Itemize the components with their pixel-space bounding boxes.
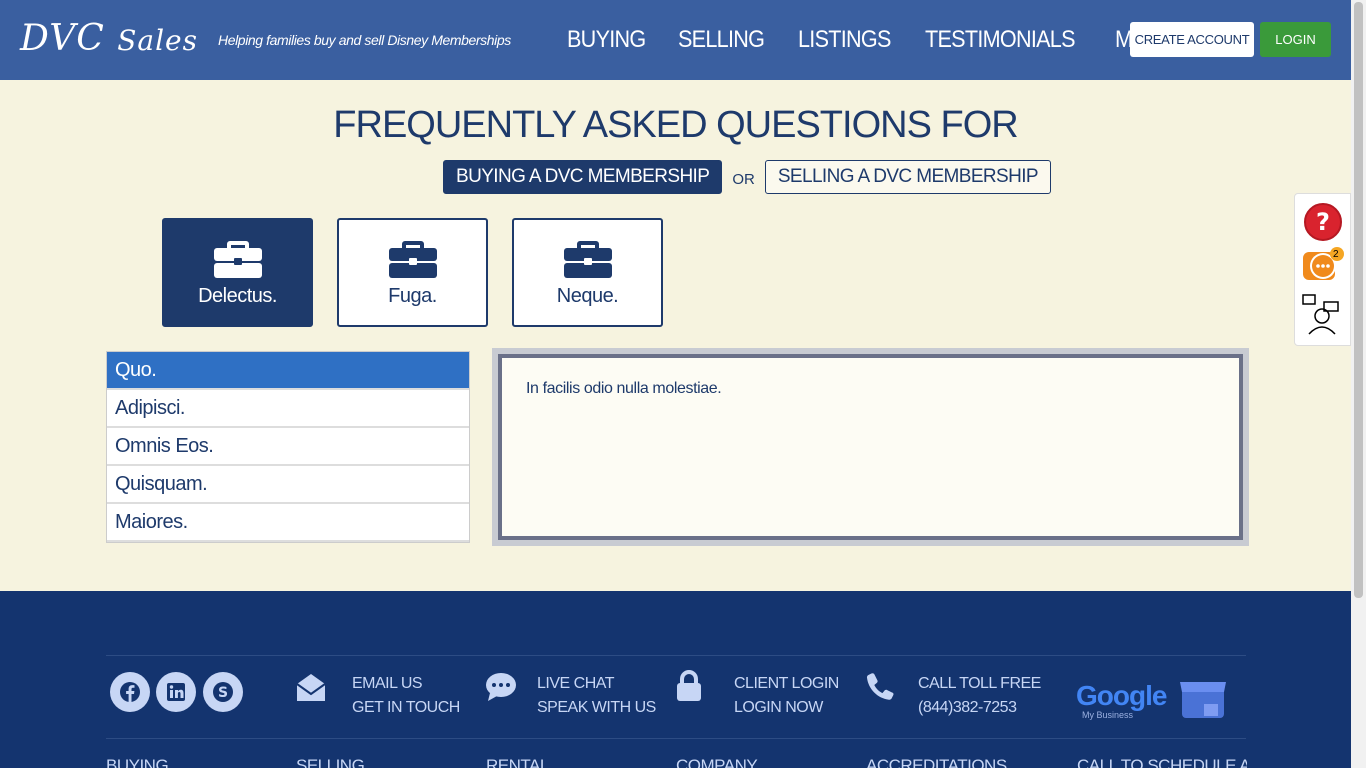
google-my-business-logo[interactable]: Google My Business [1076, 680, 1228, 729]
footer-column-accreditations: ACCREDITATIONS [866, 756, 1007, 768]
call-title: CALL TOLL FREE [918, 675, 1041, 692]
chat-title: LIVE CHAT [537, 675, 614, 692]
category-label: Fuga. [388, 285, 437, 307]
google-sub: My Business [1082, 710, 1134, 720]
footer-column-schedule: CALL TO SCHEDULE AN [1077, 756, 1247, 768]
logo-sub: Sales [117, 24, 198, 57]
call-number: (844)382-7253 [918, 699, 1017, 716]
footer-column-rental: RENTAL [486, 756, 549, 768]
svg-text:S: S [218, 685, 228, 701]
or-label: OR [732, 170, 755, 188]
question-item[interactable]: Omnis Eos. [107, 428, 469, 466]
nav-listings[interactable]: LISTINGS [798, 26, 891, 54]
phone-icon [866, 673, 894, 700]
email-contact[interactable]: EMAIL US GET IN TOUCH [352, 672, 460, 720]
email-sub: GET IN TOUCH [352, 699, 460, 716]
question-item[interactable]: Adipisci. [107, 390, 469, 428]
client-login-sub: LOGIN NOW [734, 699, 823, 716]
selling-faq-button[interactable]: SELLING A DVC MEMBERSHIP [764, 160, 1051, 194]
category-label: Neque. [556, 285, 619, 307]
briefcase-icon [563, 241, 612, 278]
google-word: Google [1076, 680, 1167, 711]
scroll-thumb[interactable] [1354, 2, 1363, 598]
briefcase-icon [213, 241, 262, 278]
facebook-icon[interactable] [110, 672, 150, 712]
nav-buying[interactable]: BUYING [567, 26, 646, 54]
logo-main: DVC [20, 18, 118, 59]
email-title: EMAIL US [352, 675, 423, 692]
category-card[interactable]: Neque. [512, 218, 663, 327]
help-question-icon[interactable]: ? [1300, 200, 1346, 242]
skype-icon[interactable]: S [203, 672, 243, 712]
chat-icon [486, 673, 516, 701]
client-login-title: CLIENT LOGIN [734, 675, 839, 692]
nav-selling[interactable]: SELLING [678, 26, 765, 54]
question-item[interactable]: Maiores. [107, 504, 469, 542]
category-card[interactable]: Fuga. [337, 218, 488, 327]
lock-icon [677, 670, 701, 701]
chat-badge: 2 [1333, 249, 1339, 260]
footer-divider [106, 655, 1246, 656]
footer-column-selling: SELLING [296, 756, 365, 768]
svg-text:?: ? [1316, 208, 1330, 236]
question-item[interactable]: Quo. [107, 352, 469, 390]
faq-categories: Delectus. Fuga. Neque. [162, 218, 663, 327]
footer-column-buying: BUYING [106, 756, 169, 768]
answer-panel: In facilis odio nulla molestiae. [492, 348, 1249, 546]
main-nav: BUYING SELLING LISTINGS TESTIMONIALS MOR… [567, 26, 1184, 54]
create-account-button[interactable]: CREATE ACCOUNT [1130, 22, 1254, 57]
question-item[interactable]: Quisquam. [107, 466, 469, 504]
site-logo[interactable]: DVC Sales [20, 18, 198, 59]
faq-type-toggle: BUYING A DVC MEMBERSHIP OR SELLING A DVC… [443, 160, 1051, 194]
nav-testimonials[interactable]: TESTIMONIALS [925, 26, 1076, 54]
briefcase-icon [388, 241, 437, 278]
page-scrollbar[interactable] [1351, 0, 1366, 768]
footer-divider [106, 738, 1246, 739]
chat-bubble-icon[interactable] [1300, 246, 1346, 288]
call-contact[interactable]: CALL TOLL FREE (844)382-7253 [918, 672, 1041, 720]
support-agent-icon[interactable] [1300, 292, 1346, 336]
site-tagline: Helping families buy and sell Disney Mem… [218, 32, 511, 48]
site-header: DVC Sales Helping families buy and sell … [0, 0, 1351, 80]
help-widget: ? 2 [1294, 193, 1351, 346]
linkedin-icon[interactable] [156, 672, 196, 712]
category-card[interactable]: Delectus. [162, 218, 313, 327]
buying-faq-button[interactable]: BUYING A DVC MEMBERSHIP [443, 160, 723, 194]
page-title: FREQUENTLY ASKED QUESTIONS FOR [333, 104, 1018, 146]
client-login-link[interactable]: CLIENT LOGIN LOGIN NOW [734, 672, 839, 720]
footer-column-company: COMPANY [676, 756, 758, 768]
category-label: Delectus. [198, 285, 277, 307]
question-list: Quo. Adipisci. Omnis Eos. Quisquam. Maio… [106, 351, 470, 543]
envelope-open-icon [296, 674, 326, 701]
chat-sub: SPEAK WITH US [537, 699, 656, 716]
login-button[interactable]: LOGIN [1260, 22, 1331, 57]
live-chat-contact[interactable]: LIVE CHAT SPEAK WITH US [537, 672, 656, 720]
answer-text: In facilis odio nulla molestiae. [498, 354, 1243, 540]
